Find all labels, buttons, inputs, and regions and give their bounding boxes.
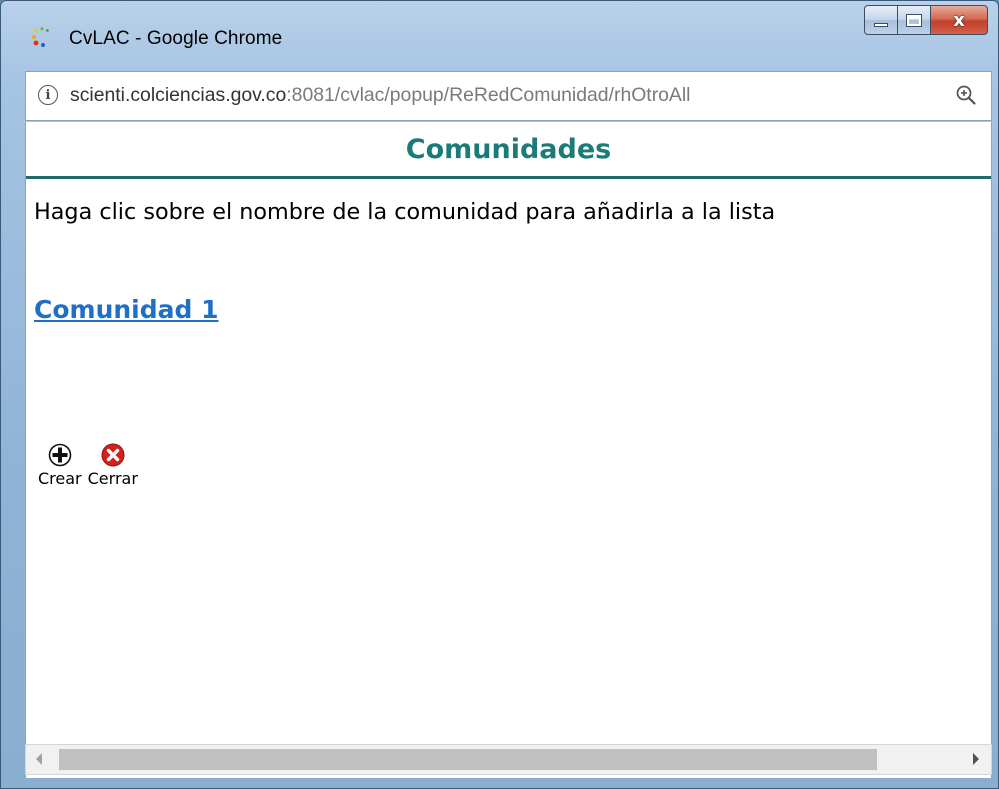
add-icon: [48, 443, 72, 467]
create-label: Crear: [38, 469, 82, 488]
url-host: scienti.colciencias.gov.co: [70, 84, 287, 106]
close-window-button[interactable]: x: [930, 5, 988, 35]
zoom-icon[interactable]: [955, 84, 977, 106]
close-label: Cerrar: [87, 469, 138, 488]
title-divider: [26, 176, 991, 179]
action-buttons: Crear Cerrar: [38, 443, 138, 488]
window-controls: x: [864, 5, 988, 37]
horizontal-scrollbar[interactable]: [25, 744, 992, 775]
close-circle-icon: [101, 443, 125, 467]
minimize-icon: [874, 23, 888, 27]
page-content: Comunidades Haga clic sobre el nombre de…: [25, 122, 992, 778]
scroll-left-icon[interactable]: [36, 753, 42, 765]
create-button[interactable]: Crear: [38, 443, 82, 488]
community-link[interactable]: Comunidad 1: [34, 295, 219, 324]
title-bar[interactable]: CvLAC - Google Chrome x: [1, 1, 999, 63]
maximize-icon: [906, 13, 922, 27]
browser-window: CvLAC - Google Chrome x i scienti.colcie…: [0, 0, 999, 789]
page-title: Comunidades: [405, 134, 612, 165]
url-path: :8081/cvlac/popup/ReRedComunidad/rhOtroA…: [286, 84, 691, 106]
window-bottom-edge: [1, 777, 999, 789]
close-button[interactable]: Cerrar: [88, 443, 138, 488]
maximize-button[interactable]: [897, 5, 930, 35]
window-title: CvLAC - Google Chrome: [69, 28, 283, 49]
scroll-right-icon[interactable]: [973, 753, 979, 765]
info-icon[interactable]: i: [38, 85, 58, 105]
cvlac-favicon-icon: [32, 27, 49, 47]
minimize-button[interactable]: [864, 5, 897, 35]
instructions-text: Haga clic sobre el nombre de la comunida…: [34, 199, 776, 225]
url-text[interactable]: scienti.colciencias.gov.co:8081/cvlac/po…: [70, 84, 940, 107]
scroll-thumb[interactable]: [59, 749, 877, 770]
address-bar[interactable]: i scienti.colciencias.gov.co:8081/cvlac/…: [25, 71, 992, 121]
close-icon: x: [953, 9, 965, 31]
